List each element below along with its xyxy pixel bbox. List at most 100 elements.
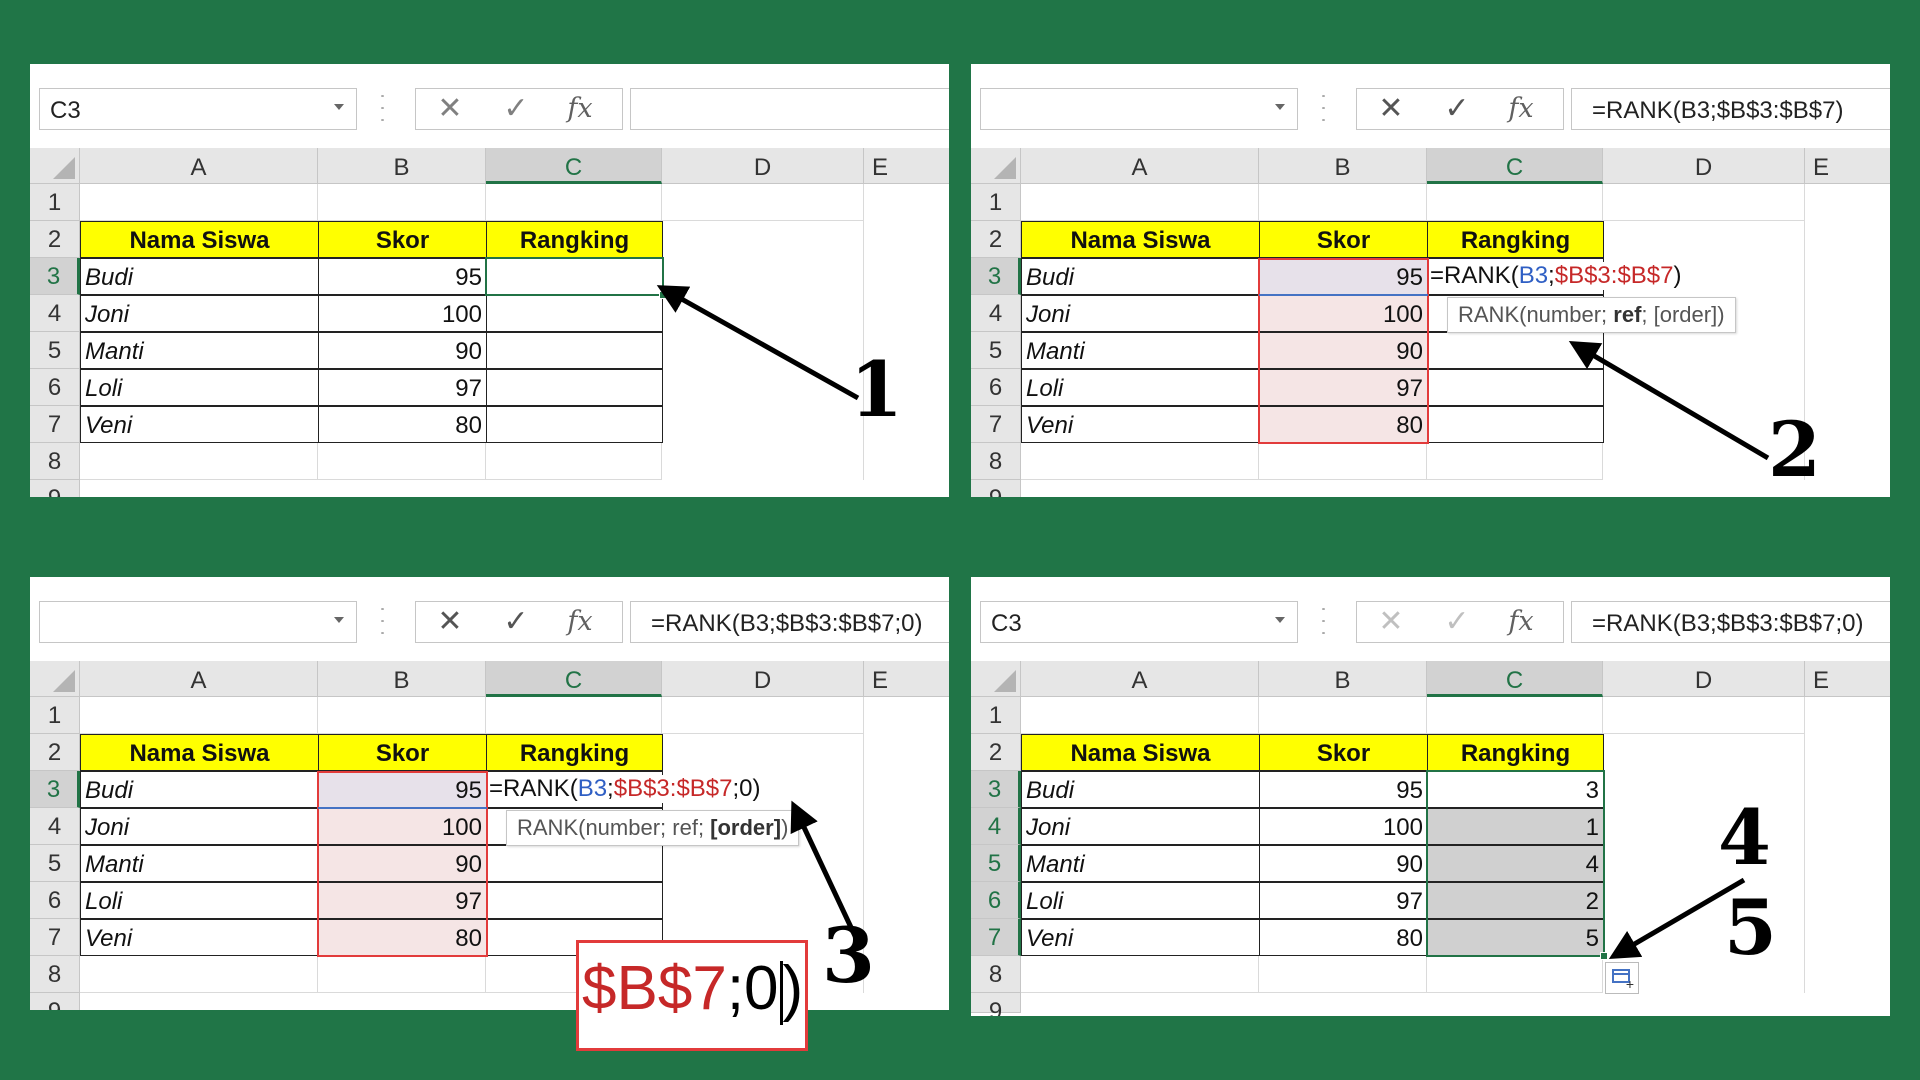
cell-name[interactable]: Loli bbox=[80, 369, 319, 406]
formula-input[interactable]: =RANK(B3;$B$3:$B$7;0) bbox=[630, 601, 949, 643]
row-header-6[interactable]: 6 bbox=[971, 882, 1021, 919]
cell[interactable] bbox=[1427, 956, 1603, 993]
row-header-9[interactable]: 9 bbox=[30, 480, 80, 497]
cell-name[interactable]: Veni bbox=[80, 919, 319, 956]
row-header-8[interactable]: 8 bbox=[971, 956, 1021, 993]
cell-name[interactable]: Veni bbox=[80, 406, 319, 443]
cell-rank[interactable] bbox=[1427, 369, 1604, 406]
cell[interactable] bbox=[1603, 697, 1805, 734]
cell[interactable] bbox=[662, 221, 864, 480]
cell-score[interactable]: 80 bbox=[318, 919, 487, 956]
name-box[interactable] bbox=[39, 601, 357, 643]
more-vertical-icon[interactable] bbox=[379, 603, 385, 639]
row-header-2[interactable]: 2 bbox=[971, 734, 1021, 771]
cell-score[interactable]: 95 bbox=[318, 771, 487, 808]
cell-score[interactable]: 80 bbox=[1259, 919, 1428, 956]
cell-score[interactable]: 80 bbox=[318, 406, 487, 443]
in-cell-formula[interactable]: =RANK(B3;$B$3:$B$7) bbox=[1430, 262, 1682, 290]
cancel-icon[interactable]: ✕ bbox=[1367, 606, 1415, 638]
row-header-5[interactable]: 5 bbox=[971, 332, 1021, 369]
row-header-9[interactable]: 9 bbox=[971, 480, 1021, 497]
cell-rank[interactable] bbox=[486, 258, 663, 295]
cell-score[interactable]: 90 bbox=[1259, 332, 1428, 369]
cell-rank[interactable] bbox=[486, 369, 663, 406]
cell-name[interactable]: Manti bbox=[1021, 332, 1260, 369]
table-header[interactable]: Skor bbox=[1259, 221, 1428, 258]
function-tooltip[interactable]: RANK(number; ref; [order]) bbox=[1447, 297, 1736, 333]
in-cell-formula[interactable]: =RANK(B3;$B$3:$B$7;0) bbox=[489, 775, 761, 803]
cell-rank[interactable]: 4 bbox=[1427, 845, 1604, 882]
row-header-3[interactable]: 3 bbox=[971, 771, 1021, 808]
row-header-1[interactable]: 1 bbox=[30, 184, 80, 221]
cancel-icon[interactable]: ✕ bbox=[1367, 93, 1415, 125]
cell-rank[interactable]: 2 bbox=[1427, 882, 1604, 919]
cell-score[interactable]: 90 bbox=[318, 332, 487, 369]
cell[interactable] bbox=[486, 184, 662, 221]
table-header[interactable]: Nama Siswa bbox=[1021, 734, 1260, 771]
column-header-c[interactable]: C bbox=[486, 661, 662, 697]
insert-function-icon[interactable]: fx bbox=[556, 606, 604, 638]
table-header[interactable]: Rangking bbox=[486, 734, 663, 771]
row-header-9[interactable]: 9 bbox=[971, 993, 1021, 1016]
row-header-1[interactable]: 1 bbox=[971, 184, 1021, 221]
column-header-c[interactable]: C bbox=[1427, 148, 1603, 184]
cell[interactable] bbox=[662, 697, 864, 734]
enter-icon[interactable]: ✓ bbox=[492, 93, 540, 125]
table-header[interactable]: Skor bbox=[1259, 734, 1428, 771]
cell-score[interactable]: 100 bbox=[1259, 808, 1428, 845]
column-header-b[interactable]: B bbox=[318, 148, 486, 184]
column-header-a[interactable]: A bbox=[80, 661, 318, 697]
cell[interactable] bbox=[80, 697, 318, 734]
cell-rank[interactable] bbox=[486, 295, 663, 332]
name-box[interactable]: C3 bbox=[980, 601, 1298, 643]
cell-score[interactable]: 80 bbox=[1259, 406, 1428, 443]
cell-score[interactable]: 90 bbox=[1259, 845, 1428, 882]
cell-name[interactable]: Joni bbox=[1021, 295, 1260, 332]
row-header-8[interactable]: 8 bbox=[971, 443, 1021, 480]
row-header-3[interactable]: 3 bbox=[30, 258, 80, 295]
row-header-4[interactable]: 4 bbox=[30, 808, 80, 845]
worksheet-grid[interactable]: A B C D E 1 2 3 4 5 6 7 8 9 Nama Siswa S… bbox=[30, 661, 949, 1010]
cell-name[interactable]: Budi bbox=[1021, 771, 1260, 808]
row-header-4[interactable]: 4 bbox=[971, 808, 1021, 845]
row-header-6[interactable]: 6 bbox=[30, 369, 80, 406]
cell-name[interactable]: Veni bbox=[1021, 406, 1260, 443]
row-header-8[interactable]: 8 bbox=[30, 956, 80, 993]
more-vertical-icon[interactable] bbox=[1320, 90, 1326, 126]
cell[interactable] bbox=[1021, 184, 1259, 221]
row-header-7[interactable]: 7 bbox=[971, 406, 1021, 443]
cell-rank[interactable]: 1 bbox=[1427, 808, 1604, 845]
row-header-2[interactable]: 2 bbox=[30, 221, 80, 258]
worksheet-grid[interactable]: A B C D E 1 2 3 4 5 6 7 8 9 Nama Siswa S… bbox=[971, 148, 1890, 497]
cell[interactable] bbox=[1427, 184, 1603, 221]
cell-score[interactable]: 100 bbox=[318, 295, 487, 332]
row-header-7[interactable]: 7 bbox=[971, 919, 1021, 956]
cell-name[interactable]: Manti bbox=[80, 845, 319, 882]
select-all-button[interactable] bbox=[30, 661, 80, 697]
more-vertical-icon[interactable] bbox=[379, 90, 385, 126]
insert-function-icon[interactable]: fx bbox=[1497, 606, 1545, 638]
formula-input[interactable]: =RANK(B3;$B$3:$B$7;0) bbox=[1571, 601, 1890, 643]
table-header[interactable]: Nama Siswa bbox=[80, 221, 319, 258]
row-header-1[interactable]: 1 bbox=[971, 697, 1021, 734]
chevron-down-icon[interactable] bbox=[334, 617, 344, 623]
cell-name[interactable]: Loli bbox=[80, 882, 319, 919]
name-box[interactable]: C3 bbox=[39, 88, 357, 130]
cell-score[interactable]: 97 bbox=[318, 369, 487, 406]
row-header-5[interactable]: 5 bbox=[971, 845, 1021, 882]
column-header-a[interactable]: A bbox=[1021, 661, 1259, 697]
column-header-d[interactable]: D bbox=[1603, 661, 1805, 697]
cell[interactable] bbox=[318, 184, 486, 221]
table-header[interactable]: Nama Siswa bbox=[80, 734, 319, 771]
column-header-e[interactable]: E bbox=[864, 661, 949, 697]
cell[interactable] bbox=[1427, 697, 1603, 734]
cell-name[interactable]: Budi bbox=[80, 258, 319, 295]
insert-function-icon[interactable]: fx bbox=[1497, 93, 1545, 125]
cell[interactable] bbox=[80, 443, 318, 480]
row-header-3[interactable]: 3 bbox=[30, 771, 80, 808]
cell-rank[interactable] bbox=[1427, 406, 1604, 443]
quick-analysis-icon[interactable]: + bbox=[1605, 962, 1639, 994]
row-header-2[interactable]: 2 bbox=[971, 221, 1021, 258]
cell-score[interactable]: 97 bbox=[1259, 882, 1428, 919]
row-header-6[interactable]: 6 bbox=[30, 882, 80, 919]
